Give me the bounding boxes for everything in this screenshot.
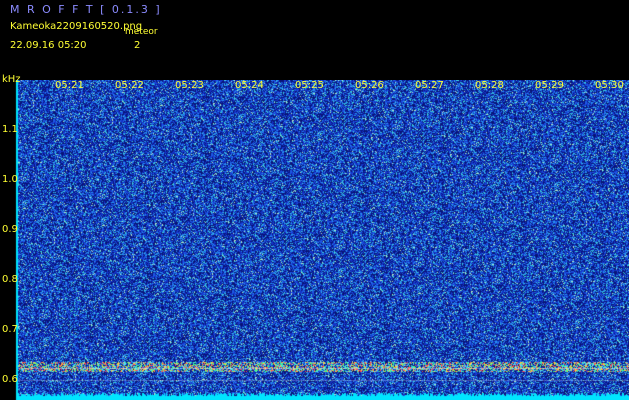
x-tick-label: 05:21 [55,80,84,91]
meteor-count: 2 [134,40,141,51]
app-title: M R O F F T [ 0.1.3 ] [10,3,162,16]
y-axis-unit: kHz [2,74,21,85]
spectrogram-display [0,80,629,400]
x-tick-label: 05:26 [355,80,384,91]
y-tick-label: 1.0 [2,174,18,185]
x-tick-label: 05:25 [295,80,324,91]
x-tick-label: 05:28 [475,80,504,91]
x-tick-label: 05:23 [175,80,204,91]
x-tick-label: 05:29 [535,80,564,91]
datetime-label: 22.09.16 05:20 [10,40,87,51]
x-tick-label: 05:30 [595,80,624,91]
filename-label: Kameoka2209160520.png [10,21,143,32]
x-tick-label: 05:27 [415,80,444,91]
x-tick-label: 05:22 [115,80,144,91]
y-tick-label: 1.1 [2,124,18,135]
y-tick-label: 0.8 [2,274,18,285]
y-tick-label: 0.9 [2,224,18,235]
y-tick-label: 0.7 [2,324,18,335]
y-tick-label: 0.6 [2,374,18,385]
meteor-label: meteor [125,27,158,37]
x-tick-label: 05:24 [235,80,264,91]
